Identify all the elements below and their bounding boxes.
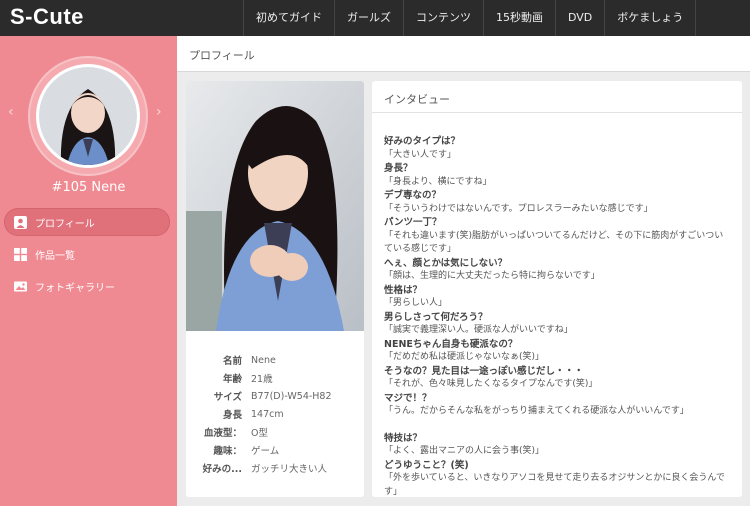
avatar-ring [28, 56, 148, 176]
spec-row-name: 名前 Nene [186, 351, 364, 369]
interview-question: パンツ一丁？ [384, 217, 442, 228]
sidebar-item-photo-gallery[interactable]: フォトギャラリー [4, 272, 170, 300]
interview-answer: 「顔は、生理的に大丈夫だったら特に拘らないです」 [384, 271, 600, 281]
spec-row-height: 身長 147cm [186, 405, 364, 423]
interview-answer: 「だめだめ私は硬派じゃないなぁ(笑)」 [384, 352, 545, 362]
interview-card: インタビュー 好みのタイプは？ 「大きい人です」 身長？ 「身長より、横にですね」 デブ… [372, 81, 742, 497]
interview-question: 特技は？ [384, 432, 423, 444]
interview-question: マジで！？ [384, 392, 432, 404]
spec-value: ガッチリ大きい人 [251, 464, 328, 475]
top-navigation-bar: S-Cute 初めてガイド ガールズ コンテンツ 15秒動画 DVD ボケましょ… [0, 0, 750, 36]
interview-answer: 「身長より、横にですね」 [384, 176, 492, 187]
sidebar-item-label: プロフィール [35, 218, 95, 230]
interview-question: 身長？ [384, 163, 413, 174]
nav-item-guide[interactable]: 初めてガイド [243, 0, 334, 36]
spec-row-preference: 好みの... ガッチリ大きい人 [186, 459, 364, 477]
nav-item-dvd[interactable]: DVD [555, 0, 604, 36]
interview-answer: 「それが、色々味見したくなるタイプなんです(笑)」 [384, 379, 598, 389]
next-model-arrow[interactable]: › [156, 104, 162, 120]
nav-item-15sec-video[interactable]: 15秒動画 [483, 0, 555, 36]
page-title: プロフィール [189, 49, 255, 62]
nav-item-bokemashou[interactable]: ボケましょう [604, 0, 697, 36]
photo-icon [14, 281, 27, 291]
person-icon [14, 215, 27, 229]
spec-row-hobby: 趣味： ゲーム [186, 441, 364, 459]
spec-value: 21歳 [251, 374, 273, 385]
model-photo[interactable] [186, 81, 364, 331]
main-content: プロフィール 名前 Nene 年齢 21歳 サイズ B77(D)-W54-H82… [177, 36, 750, 506]
interview-question: どうゆうこと？(笑) [384, 459, 469, 471]
profile-specs: 名前 Nene 年齢 21歳 サイズ B77(D)-W54-H82 身長 147… [186, 351, 364, 477]
interview-question: 男らしさって何だろう？ [384, 311, 488, 323]
main-nav: 初めてガイド ガールズ コンテンツ 15秒動画 DVD ボケましょう [243, 0, 697, 36]
interview-question: そうなの？見た目は一途っぽい感じだし・・・ [384, 365, 584, 377]
sidebar-menu: プロフィール 作品一覧 フォトギャラリー [4, 208, 170, 304]
spec-row-size: サイズ B77(D)-W54-H82 [186, 387, 364, 405]
interview-title: インタビュー [372, 81, 742, 113]
spec-value: Nene [251, 354, 276, 366]
interview-question: へぇ、顔とかは気にしない？ [384, 257, 508, 269]
spec-label: サイズ [213, 392, 242, 403]
interview-answer: 「うん。だからそんな私をがっちり捕まえてくれる硬派な人がいいんです」 [384, 406, 689, 416]
model-name: #105 Nene [51, 180, 126, 195]
interview-answer: 「男らしい人」 [384, 298, 448, 308]
interview-answer: 「外を歩いていると、いきなりアソコを見せて走り去るオジサンとかに良く会うんです」 [384, 473, 725, 497]
spec-row-age: 年齢 21歳 [186, 369, 364, 387]
spec-value: O型 [251, 428, 268, 439]
interview-answer: 「そういうわけではないんです。プロレスラーみたいな感じです」 [384, 203, 653, 214]
nav-item-girls[interactable]: ガールズ [334, 0, 403, 36]
spec-label: 年齢 [222, 374, 242, 385]
nav-item-contents[interactable]: コンテンツ [403, 0, 483, 36]
sidebar-item-profile[interactable]: プロフィール [4, 208, 170, 236]
interview-qa-group: 特技は？ 「よく、露出マニアの人に会う事(笑)」 どうゆうこと？(笑) 「外を歩いてい… [384, 432, 730, 498]
interview-answer: 「それも違います(笑)脂肪がいっぱいついてるんだけど、その下に筋肉がすごいついて… [384, 230, 724, 255]
spec-label: 身長 [222, 410, 242, 421]
interview-answer: 「誠実で義理深い人。硬派な人がいいですね」 [384, 325, 573, 335]
grid-icon [14, 247, 27, 261]
interview-qa-group: 好みのタイプは？ 「大きい人です」 身長？ 「身長より、横にですね」 デブ専なの？ 「そう… [384, 135, 730, 419]
sidebar-item-works[interactable]: 作品一覧 [4, 240, 170, 268]
interview-question: 好みのタイプは？ [384, 136, 461, 147]
sidebar-item-label: 作品一覧 [35, 250, 75, 262]
spec-row-blood-type: 血液型： O型 [186, 423, 364, 441]
spec-label: 血液型： [203, 428, 242, 439]
sidebar: ‹ › #105 Nene プロフィール 作品一覧 フォトギャラリー [0, 36, 177, 506]
site-logo[interactable]: S-Cute [10, 4, 84, 30]
profile-card: 名前 Nene 年齢 21歳 サイズ B77(D)-W54-H82 身長 147… [186, 81, 364, 497]
spec-value: 147cm [251, 408, 284, 420]
spec-value: B77(D)-W54-H82 [251, 390, 332, 402]
section-title-bar: プロフィール [177, 36, 750, 72]
interview-body: 好みのタイプは？ 「大きい人です」 身長？ 「身長より、横にですね」 デブ専なの？ 「そう… [372, 113, 742, 497]
interview-answer: 「大きい人です」 [384, 149, 457, 160]
spec-label: 好みの... [202, 464, 242, 475]
interview-question: NENEちゃん自身も硬派なの？ [384, 338, 518, 350]
interview-question: 性格は？ [384, 284, 423, 296]
spec-label: 名前 [222, 356, 242, 367]
prev-model-arrow[interactable]: ‹ [8, 104, 14, 120]
interview-answer: 「よく、露出マニアの人に会う事(笑)」 [384, 446, 545, 456]
spec-value: ゲーム [251, 446, 280, 457]
sidebar-item-label: フォトギャラリー [35, 282, 115, 294]
interview-question: デブ専なの？ [384, 190, 442, 201]
spec-label: 趣味： [213, 446, 242, 457]
model-avatar[interactable] [39, 67, 137, 165]
